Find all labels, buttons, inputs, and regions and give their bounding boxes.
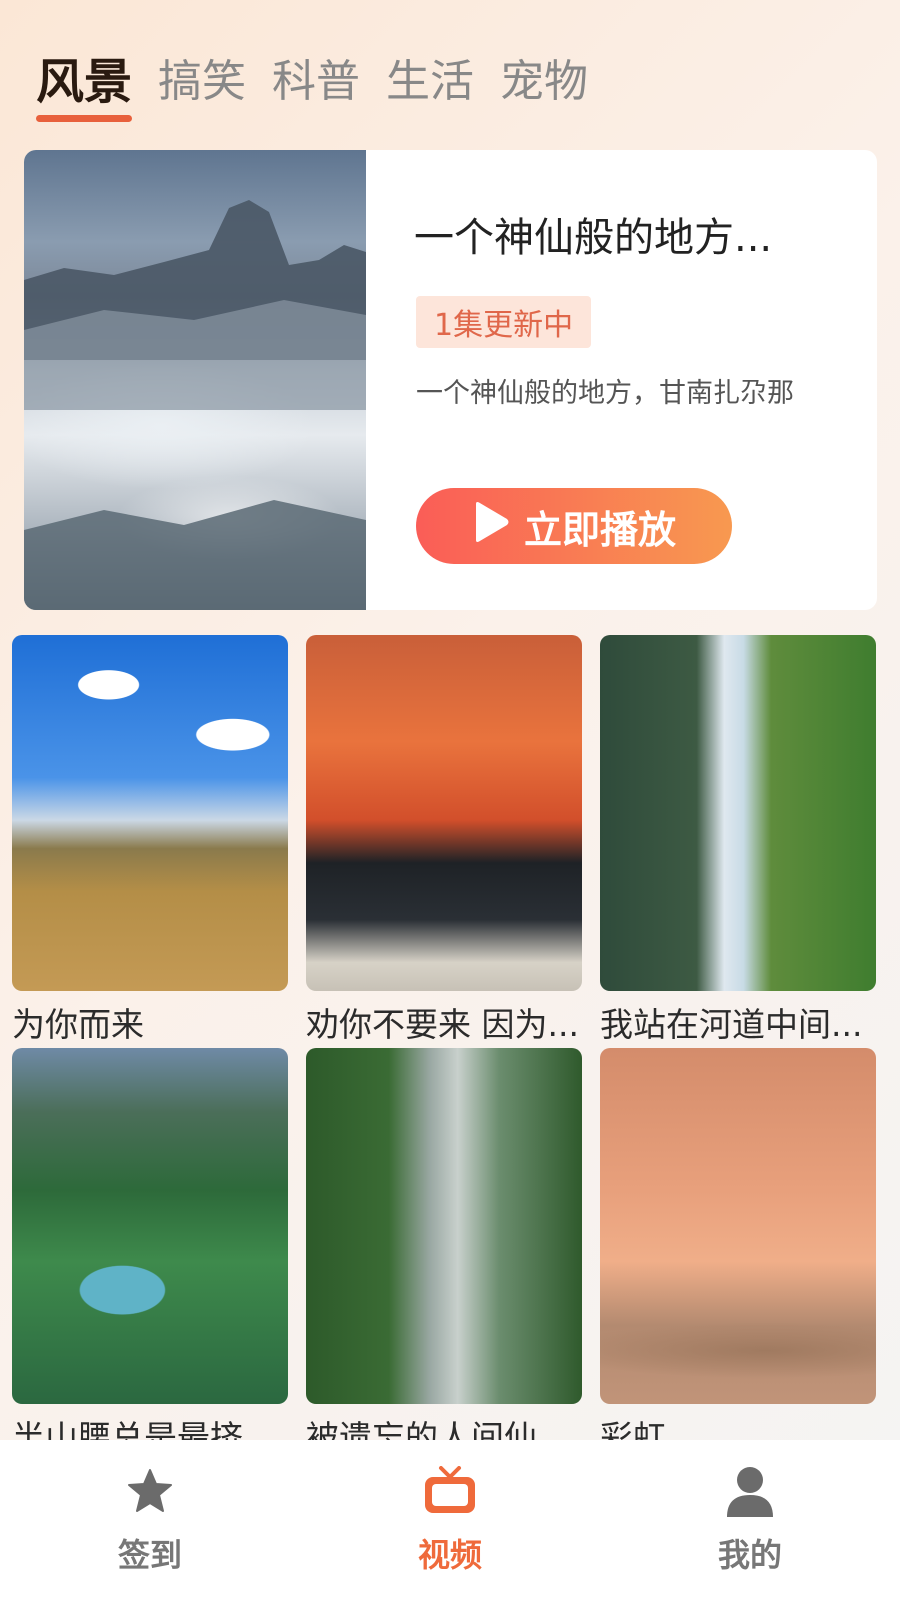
video-thumbnail[interactable] xyxy=(600,635,876,991)
featured-thumbnail[interactable] xyxy=(24,150,366,610)
mountain-peak-image xyxy=(24,200,366,610)
featured-title: 一个神仙般的地方... xyxy=(414,215,773,261)
tab-scenery[interactable]: 风景 xyxy=(36,52,133,122)
tab-funny[interactable]: 搞笑 xyxy=(158,52,246,112)
video-title: 我站在河道中间... xyxy=(600,1005,863,1044)
grid-video-card[interactable]: 半山腰总是最挤... xyxy=(12,1048,288,1458)
episode-badge: 1集更新中 xyxy=(416,296,592,348)
star-icon xyxy=(123,1464,177,1518)
bottom-navigation: 签到 视频 我的 xyxy=(0,1440,900,1600)
grid-video-card[interactable]: 为你而来 xyxy=(12,635,288,1045)
nav-label: 我的 xyxy=(717,1536,782,1574)
video-thumbnail[interactable] xyxy=(12,635,288,991)
tab-science[interactable]: 科普 xyxy=(272,52,360,112)
tv-icon xyxy=(423,1464,477,1518)
tab-pets[interactable]: 宠物 xyxy=(500,52,588,112)
nav-video[interactable]: 视频 xyxy=(350,1464,550,1576)
nav-label: 视频 xyxy=(417,1536,482,1574)
grid-video-card[interactable]: 彩虹 xyxy=(600,1048,876,1458)
nav-label: 签到 xyxy=(117,1536,182,1574)
play-icon xyxy=(472,501,510,552)
play-now-label: 立即播放 xyxy=(523,507,676,552)
grid-video-card[interactable]: 劝你不要来 因为... xyxy=(306,635,582,1045)
play-now-button[interactable]: 立即播放 xyxy=(416,488,732,564)
nav-checkin[interactable]: 签到 xyxy=(50,1464,250,1576)
video-thumbnail[interactable] xyxy=(12,1048,288,1404)
video-thumbnail[interactable] xyxy=(600,1048,876,1404)
nav-profile[interactable]: 我的 xyxy=(650,1464,850,1576)
tab-life[interactable]: 生活 xyxy=(386,52,474,112)
category-tabs: 风景 搞笑 科普 生活 宠物 xyxy=(36,52,614,122)
video-title: 为你而来 xyxy=(12,1005,144,1044)
grid-video-card[interactable]: 我站在河道中间... xyxy=(600,635,876,1045)
grid-video-card[interactable]: 被遗忘的人间仙... xyxy=(306,1048,582,1458)
video-title: 劝你不要来 因为... xyxy=(306,1005,579,1044)
featured-card[interactable]: 一个神仙般的地方... 1集更新中 一个神仙般的地方，甘南扎尕那 立即播放 xyxy=(24,150,877,610)
user-icon xyxy=(723,1464,777,1518)
video-thumbnail[interactable] xyxy=(306,1048,582,1404)
featured-description: 一个神仙般的地方，甘南扎尕那 xyxy=(416,378,794,409)
video-thumbnail[interactable] xyxy=(306,635,582,991)
